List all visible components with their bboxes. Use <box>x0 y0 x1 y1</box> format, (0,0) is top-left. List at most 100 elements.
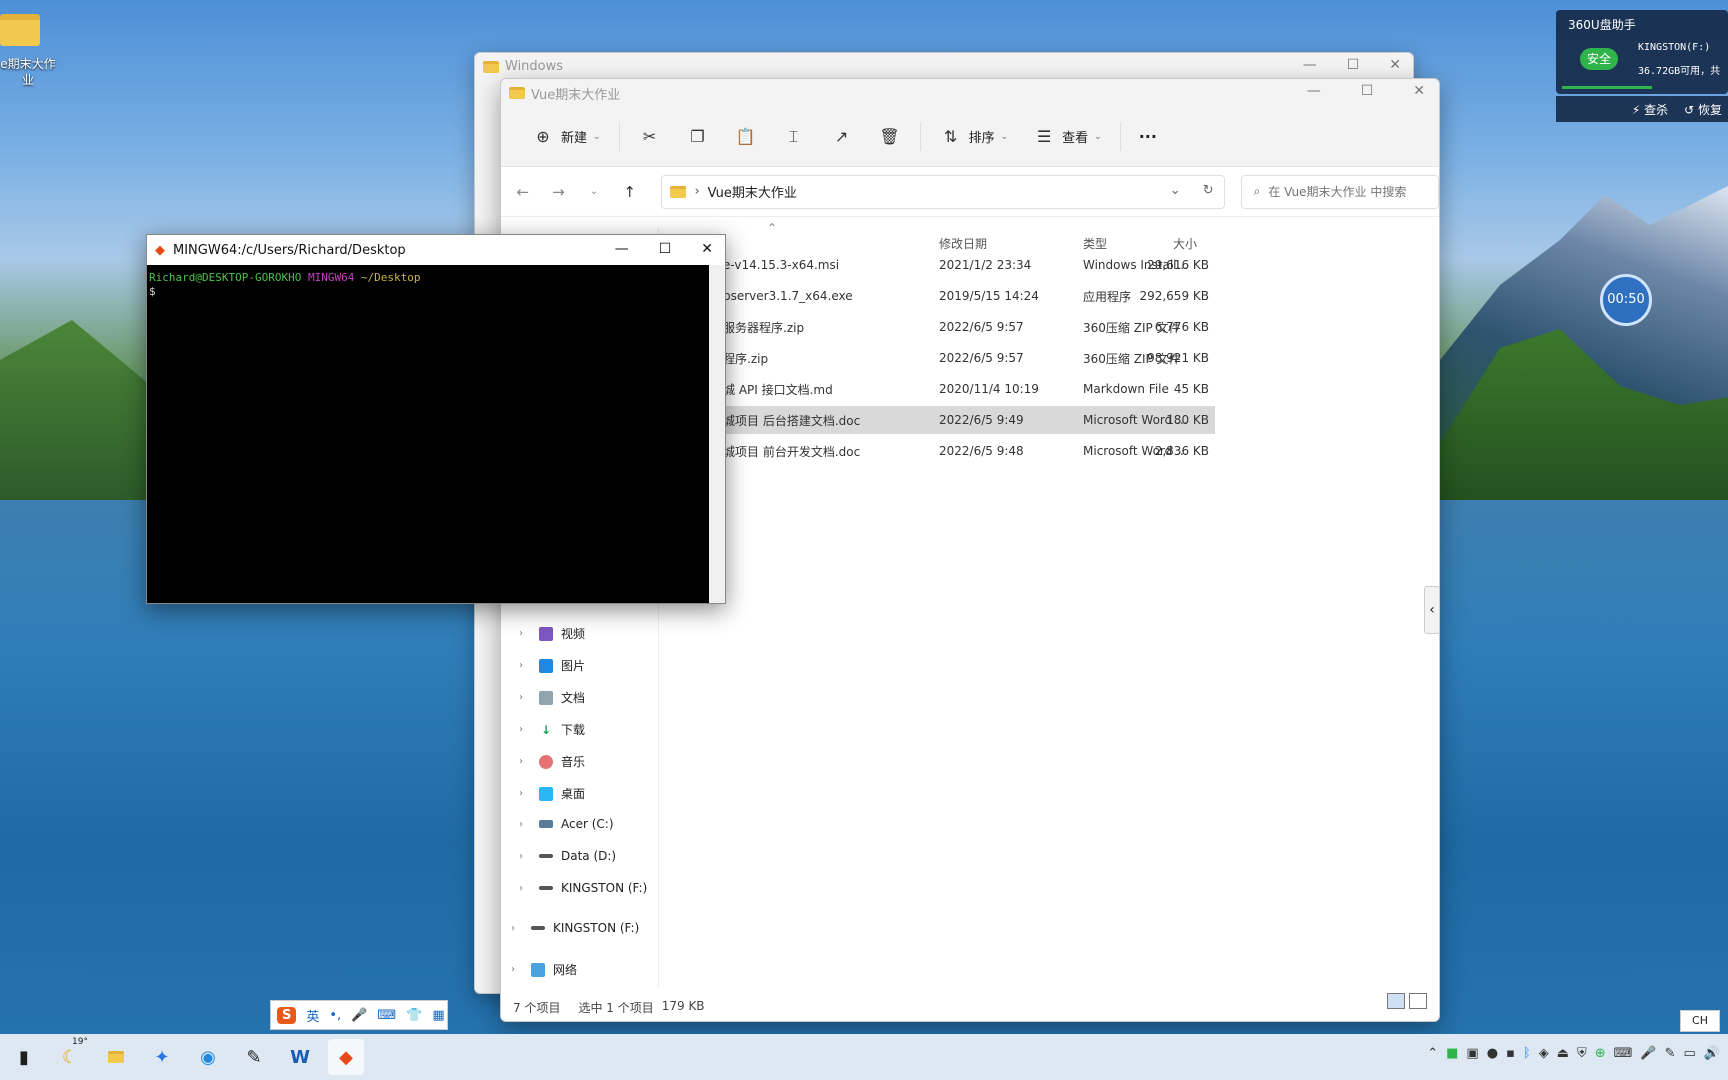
paste-button[interactable]: 📋 <box>722 119 770 155</box>
nav-item-documents[interactable]: › 文档 <box>519 689 585 706</box>
browser-button[interactable]: ◉ <box>190 1039 226 1075</box>
rename-button[interactable]: ⌶ <box>770 119 818 155</box>
view-button[interactable]: ☰ 查看 ⌄ <box>1020 119 1114 155</box>
details-view-icon[interactable] <box>1387 993 1405 1009</box>
delete-button[interactable]: 🗑 <box>866 119 914 155</box>
nav-item-downloads[interactable]: › ↓ 下载 <box>519 721 585 738</box>
chevron-right-icon[interactable]: › <box>519 883 531 894</box>
file-row[interactable]: pserver3.1.7_x64.exe 2019/5/15 14:24 应用程… <box>667 282 1215 310</box>
tray-security-icon[interactable]: ◈ <box>1539 1046 1549 1061</box>
chevron-right-icon[interactable]: › <box>519 819 531 830</box>
weather-button[interactable]: ☾ 19° <box>52 1037 88 1075</box>
file-row[interactable]: 服务器程序.zip 2022/6/5 9:57 360压缩 ZIP 文件 6,7… <box>667 313 1215 341</box>
tray-nvidia-icon[interactable]: ▪ <box>1506 1046 1515 1061</box>
close-icon[interactable]: ✕ <box>1389 57 1401 73</box>
minimize-icon[interactable]: — <box>615 241 629 257</box>
nav-item-kingston-root[interactable]: › KINGSTON (F:) <box>511 921 639 935</box>
nav-item-drive-d[interactable]: › Data (D:) <box>519 849 616 863</box>
word-button[interactable]: W <box>282 1039 318 1075</box>
file-row-selected[interactable]: 城项目 后台搭建文档.doc 2022/6/5 9:49 Microsoft W… <box>667 406 1215 434</box>
notes-button[interactable]: ✎ <box>236 1039 272 1075</box>
nav-item-drive-c[interactable]: › Acer (C:) <box>519 817 614 831</box>
address-bar[interactable]: › Vue期末大作业 ⌄ ↻ <box>661 174 1225 209</box>
bluetooth-icon[interactable]: ᛒ <box>1523 1046 1531 1061</box>
column-header-size[interactable]: 大小 <box>1173 235 1197 252</box>
chevron-right-icon[interactable]: › <box>511 923 523 934</box>
close-icon[interactable]: ✕ <box>1413 83 1425 99</box>
column-header-type[interactable]: 类型 <box>1083 235 1107 252</box>
tray-shield-icon[interactable]: ⛨ <box>1577 1046 1587 1061</box>
pen-icon[interactable]: ✎ <box>1665 1046 1676 1061</box>
desktop-folder-label[interactable]: e期末大作业 <box>0 56 56 88</box>
recording-timer[interactable]: 00:50 <box>1600 274 1652 326</box>
chevron-right-icon[interactable]: › <box>519 660 531 671</box>
tray-picture-icon[interactable]: ▣ <box>1466 1046 1478 1061</box>
restore-button[interactable]: ↺ 恢复 <box>1684 101 1722 118</box>
nav-item-music[interactable]: › 音乐 <box>519 753 585 770</box>
tray-qq-icon[interactable]: ● <box>1487 1046 1498 1061</box>
tiles-view-icon[interactable] <box>1409 993 1427 1009</box>
git-bash-button[interactable]: ◆ <box>328 1039 364 1075</box>
tray-360-icon[interactable]: ⊕ <box>1595 1046 1606 1061</box>
usb-helper-widget[interactable]: 360U盘助手 安全 KINGSTON(F:) 36.72GB可用，共 <box>1556 10 1728 94</box>
preview-pane-toggle[interactable]: ‹ <box>1424 586 1440 634</box>
nav-item-desktop[interactable]: › 桌面 <box>519 785 585 802</box>
file-row[interactable]: e-v14.15.3-x64.msi 2021/1/2 23:34 Window… <box>667 251 1215 279</box>
microphone-icon[interactable]: 🎤 <box>351 1008 367 1023</box>
chevron-down-icon[interactable]: ⌄ <box>1170 183 1181 198</box>
scan-button[interactable]: ⚡ 查杀 <box>1632 101 1668 118</box>
chevron-right-icon[interactable]: › <box>519 756 531 767</box>
terminal-window[interactable]: ◆ MINGW64:/c/Users/Richard/Desktop — ☐ ✕… <box>146 234 726 604</box>
chevron-right-icon[interactable]: › <box>519 851 531 862</box>
chevron-right-icon[interactable]: › <box>519 628 531 639</box>
usb-icon[interactable]: ⏏ <box>1557 1046 1569 1061</box>
tray-app-icon[interactable]: ■ <box>1446 1046 1458 1061</box>
chevron-right-icon[interactable]: › <box>519 692 531 703</box>
file-row[interactable]: 城 API 接口文档.md 2020/11/4 10:19 Markdown F… <box>667 375 1215 403</box>
desktop-folder-icon[interactable] <box>0 14 40 46</box>
file-row[interactable]: 城项目 前台开发文档.doc 2022/6/5 9:48 Microsoft W… <box>667 437 1215 465</box>
toolbox-icon[interactable]: ▦ <box>432 1008 444 1023</box>
nav-item-drive-f[interactable]: › KINGSTON (F:) <box>519 881 647 895</box>
column-header-date[interactable]: 修改日期 <box>939 235 987 252</box>
sort-button[interactable]: ⇅ 排序 ⌄ <box>927 119 1021 155</box>
volume-icon[interactable]: 🔊 <box>1704 1046 1720 1061</box>
file-explorer-button[interactable] <box>98 1039 134 1075</box>
chevron-right-icon[interactable]: › <box>519 724 531 735</box>
up-arrow-icon[interactable]: ↑ <box>620 183 640 201</box>
nav-item-pictures[interactable]: › 图片 <box>519 657 585 674</box>
share-button[interactable]: ↗ <box>818 119 866 155</box>
maximize-icon[interactable]: ☐ <box>1347 57 1360 73</box>
nav-item-network[interactable]: › 网络 <box>511 961 577 978</box>
search-input[interactable] <box>1268 184 1429 199</box>
skin-icon[interactable]: 👕 <box>406 1008 422 1023</box>
minimize-icon[interactable]: — <box>1307 83 1321 99</box>
keyboard-icon[interactable]: ⌨ <box>1614 1046 1633 1061</box>
new-button[interactable]: ⊕ 新建 ⌄ <box>519 119 613 155</box>
close-icon[interactable]: ✕ <box>701 241 713 257</box>
refresh-icon[interactable]: ↻ <box>1203 183 1214 198</box>
recent-chevron-icon[interactable]: ⌄ <box>584 186 604 197</box>
display-icon[interactable]: ▭ <box>1684 1046 1696 1061</box>
more-button[interactable]: ··· <box>1127 119 1169 155</box>
search-box[interactable]: ⌕ <box>1240 174 1439 209</box>
ime-language[interactable]: 英 <box>306 1006 319 1025</box>
back-arrow-icon[interactable]: ← <box>513 183 533 201</box>
maximize-icon[interactable]: ☐ <box>1361 83 1374 99</box>
microphone-icon[interactable]: 🎤 <box>1640 1046 1656 1061</box>
cut-button[interactable]: ✂ <box>626 119 674 155</box>
copy-button[interactable]: ❐ <box>674 119 722 155</box>
minimize-icon[interactable]: — <box>1303 57 1317 73</box>
keyboard-icon[interactable]: ⌨ <box>377 1008 396 1023</box>
language-indicator[interactable]: CH <box>1680 1010 1720 1032</box>
file-row[interactable]: 程序.zip 2022/6/5 9:57 360压缩 ZIP 文件 98,921… <box>667 344 1215 372</box>
ime-toolbar[interactable]: S 英 •, 🎤 ⌨ 👕 ▦ <box>270 1000 448 1030</box>
terminal-output[interactable]: Richard@DESKTOP-GOROKHO MINGW64 ~/Deskto… <box>147 265 725 305</box>
forward-arrow-icon[interactable]: → <box>549 183 569 201</box>
chevron-up-icon[interactable]: ⌃ <box>1427 1046 1438 1061</box>
terminal-scrollbar[interactable] <box>709 265 725 603</box>
task-view-button[interactable]: ▮ <box>6 1039 42 1075</box>
ime-punctuation[interactable]: •, <box>329 1008 341 1023</box>
maximize-icon[interactable]: ☐ <box>659 241 672 257</box>
nav-item-videos[interactable]: › 视频 <box>519 625 585 642</box>
